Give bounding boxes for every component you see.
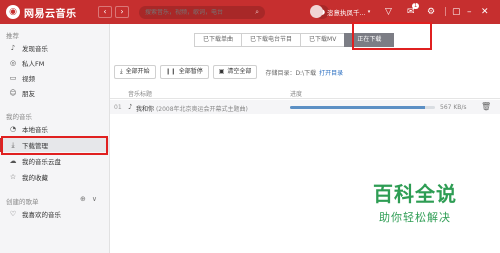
section-title-my-music: 我的音乐	[6, 113, 32, 121]
user-menu[interactable]: 恣意执凤千... ▾	[310, 5, 370, 18]
sidebar-item-cloud[interactable]: ☁ 我的音乐云盘	[0, 154, 110, 168]
sidebar-item-collection[interactable]: ☆ 我的收藏	[0, 170, 110, 184]
clear-icon: ▣	[218, 68, 225, 75]
gear-icon[interactable]: ⚙	[427, 6, 435, 18]
sidebar-item-video[interactable]: ▭ 视频	[0, 71, 110, 85]
app-title: 网易云音乐	[24, 8, 77, 20]
pause-all-label: 全部暂停	[178, 68, 203, 75]
mail-badge: 1	[412, 3, 420, 9]
star-icon: ☆	[9, 173, 17, 181]
pause-icon: ❙❙	[165, 68, 176, 75]
history-nav: ‹ ›	[98, 6, 129, 18]
search-box[interactable]: ⌕	[139, 5, 265, 19]
minimize-icon[interactable]: –	[467, 6, 472, 18]
tab-downloaded-songs[interactable]: 已下载单曲	[194, 33, 242, 47]
netease-logo-icon: ◉	[6, 5, 20, 19]
section-title-recommend: 推荐	[6, 32, 19, 40]
skin-icon[interactable]: ▽	[385, 6, 392, 18]
download-progress-fill	[290, 106, 425, 109]
forward-button[interactable]: ›	[115, 6, 129, 18]
clear-all-label: 清空全部	[227, 68, 252, 75]
row-index: 01	[114, 104, 122, 111]
highlight-box-downloading-tab	[352, 22, 432, 50]
download-icon: ⤓	[120, 68, 123, 75]
tab-downloaded-radio[interactable]: 已下载电台节目	[241, 33, 301, 47]
sidebar-item-liked-music[interactable]: ♡ 我喜欢的音乐	[0, 207, 110, 221]
radio-icon: ◎	[9, 59, 17, 67]
download-speed: 567 KB/s	[440, 104, 467, 111]
sidebar-item-label: 视频	[22, 75, 35, 83]
clear-all-button[interactable]: ▣ 清空全部	[212, 65, 258, 79]
sidebar-item-friends[interactable]: ☺ 朋友	[0, 86, 110, 100]
sidebar-item-label: 我的收藏	[22, 174, 48, 182]
watermark: 百科全说 助你轻松解决	[355, 178, 475, 225]
user-caret-icon[interactable]: ▾	[368, 9, 371, 15]
add-playlist-icon[interactable]: ⊕	[80, 195, 86, 203]
sidebar-item-local-music[interactable]: ◔ 本地音乐	[0, 122, 110, 136]
app-logo[interactable]: ◉ 网易云音乐	[6, 5, 90, 20]
open-dir-link[interactable]: 打开目录	[319, 68, 343, 77]
close-icon[interactable]: ✕	[481, 6, 489, 18]
sidebar-item-label: 发现音乐	[22, 45, 48, 53]
table-row[interactable]: 01 ♪ 我和你 (2008年北京奥运会开幕式主题曲) 567 KB/s 🗑	[110, 100, 500, 114]
download-progress-bar	[290, 106, 435, 109]
download-toolbar: ⤓ 全部开始 ❙❙ 全部暂停 ▣ 清空全部 存储目录：D:\下载 打开目录	[114, 65, 343, 79]
start-all-label: 全部开始	[125, 68, 150, 75]
search-input[interactable]	[145, 8, 254, 16]
username[interactable]: 恣意执凤千...	[327, 7, 366, 17]
sidebar-item-label: 我喜欢的音乐	[22, 211, 61, 219]
song-name: 我和你	[136, 106, 155, 113]
storage-dir-label: 存储目录：D:\下载	[265, 69, 317, 77]
search-icon[interactable]: ⌕	[255, 8, 259, 17]
playlist-actions: ⊕ ∨	[80, 195, 97, 203]
title-bar: ◉ 网易云音乐 ‹ › ⌕ ●	[0, 0, 500, 24]
trash-icon[interactable]: 🗑	[481, 102, 491, 111]
watermark-title: 百科全说	[373, 182, 457, 206]
watermark-subtitle: 助你轻松解决	[379, 211, 451, 224]
mini-mode-icon[interactable]: ▢	[452, 6, 461, 18]
column-header-progress: 进度	[290, 91, 303, 98]
heart-icon: ♡	[9, 210, 17, 218]
music-note-icon: ♪	[128, 103, 133, 111]
sidebar-item-fm[interactable]: ◎ 私人FM	[0, 56, 110, 70]
highlight-box-downloads	[1, 136, 108, 155]
start-all-button[interactable]: ⤓ 全部开始	[114, 65, 156, 79]
back-button[interactable]: ‹	[98, 6, 112, 18]
cloud-icon: ☁	[9, 157, 17, 165]
section-title-created-playlists: 创建的歌单	[6, 198, 39, 206]
avatar[interactable]	[310, 5, 323, 18]
song-subtitle: (2008年北京奥运会开幕式主题曲)	[155, 106, 248, 113]
collapse-icon[interactable]: ∨	[92, 195, 97, 203]
sidebar-item-label: 本地音乐	[22, 126, 48, 134]
local-music-icon: ◔	[9, 125, 17, 133]
tab-downloaded-mv[interactable]: 已下载MV	[300, 33, 345, 47]
column-header-title: 音乐标题	[128, 91, 153, 98]
sidebar-item-discover[interactable]: ♪ 发现音乐	[0, 41, 110, 55]
sidebar-item-label: 朋友	[22, 90, 35, 98]
music-note-icon: ♪	[10, 44, 16, 52]
video-icon: ▭	[9, 74, 17, 82]
pause-all-button[interactable]: ❙❙ 全部暂停	[159, 65, 209, 79]
divider: |	[444, 7, 448, 17]
table-header: 音乐标题 进度	[110, 87, 500, 99]
sidebar-item-label: 我的音乐云盘	[22, 158, 61, 166]
friends-icon: ☺	[9, 89, 17, 97]
song-title: 我和你 (2008年北京奥运会开幕式主题曲)	[136, 104, 248, 113]
sidebar-item-label: 私人FM	[22, 60, 45, 68]
